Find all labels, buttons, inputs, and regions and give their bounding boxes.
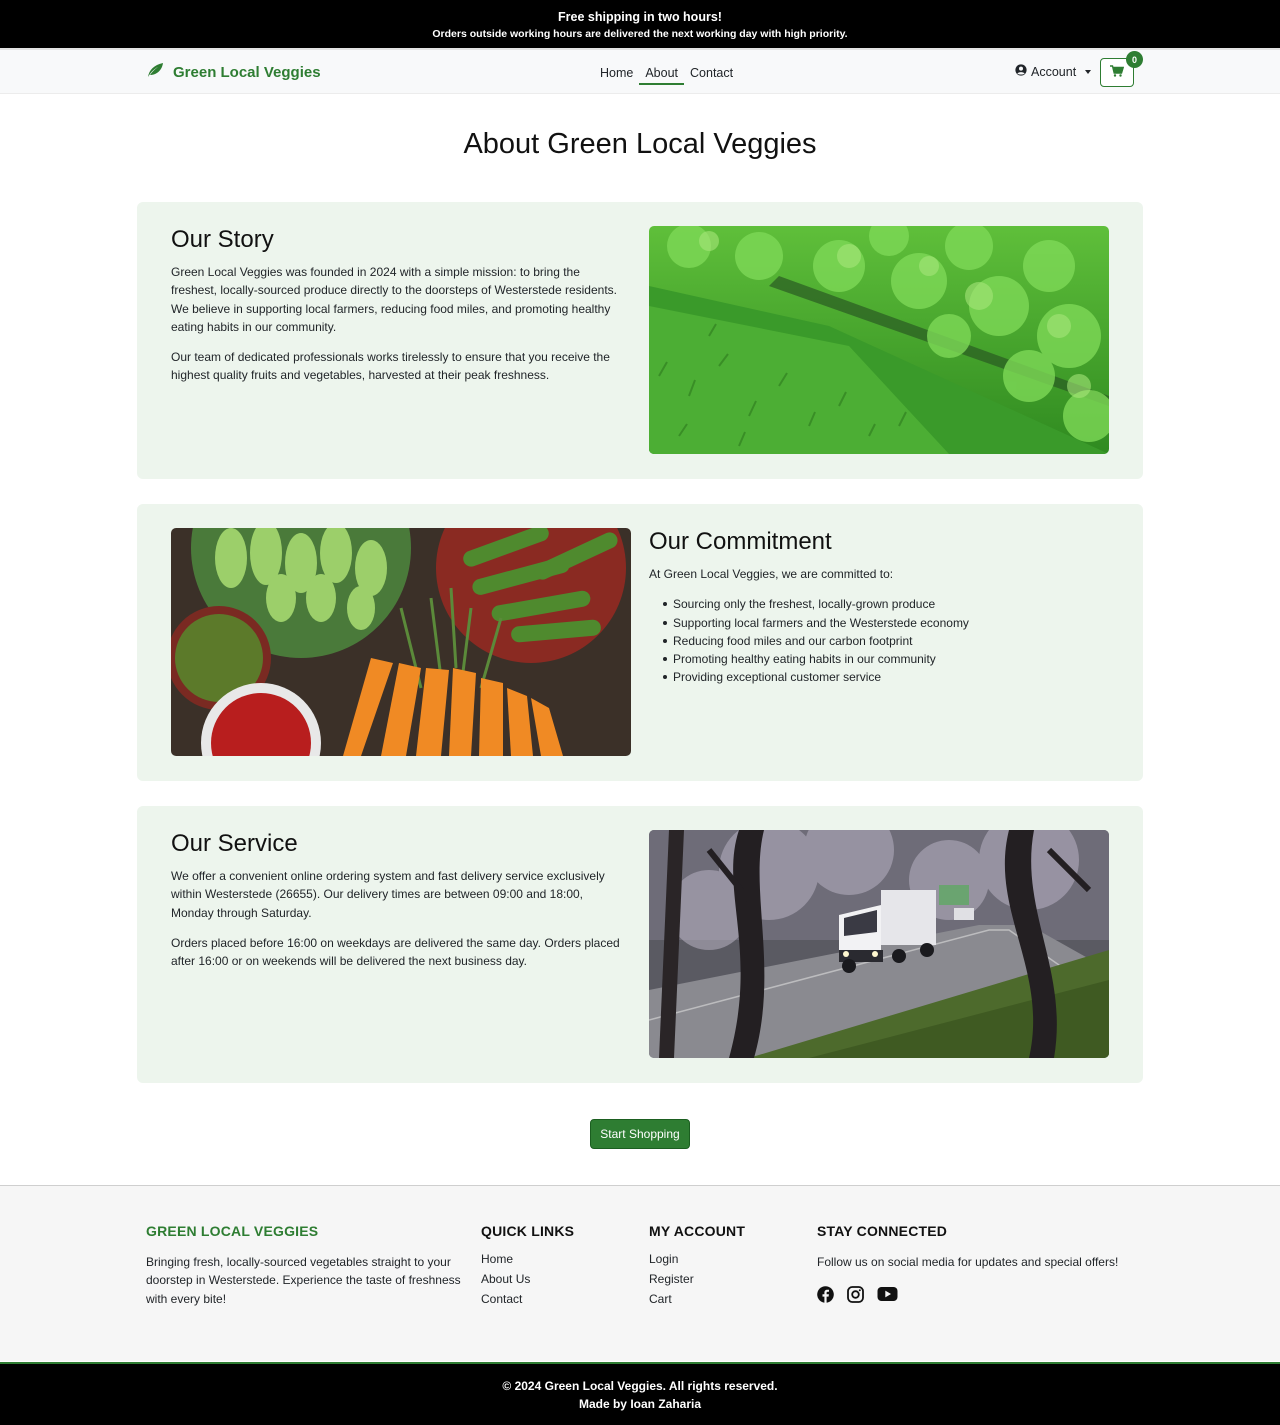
service-heading: Our Service bbox=[171, 830, 298, 857]
brand-name: Green Local Veggies bbox=[173, 63, 321, 81]
page-title: About Green Local Veggies bbox=[463, 128, 817, 160]
navbar: Green Local Veggies Home About Contact A… bbox=[0, 48, 1280, 94]
footer-link-login[interactable]: Login bbox=[649, 1249, 799, 1269]
footer-about: GREEN LOCAL VEGGIES Bringing fresh, loca… bbox=[146, 1223, 466, 1308]
cart-button[interactable]: 0 bbox=[1100, 51, 1143, 87]
account-label: Account bbox=[1031, 64, 1077, 79]
list-item: Providing exceptional customer service bbox=[663, 668, 1107, 686]
commitment-list: Sourcing only the freshest, locally-grow… bbox=[663, 595, 1107, 686]
footer-link-contact[interactable]: Contact bbox=[481, 1289, 631, 1309]
nav-about[interactable]: About bbox=[639, 66, 685, 85]
nav-contact[interactable]: Contact bbox=[684, 66, 739, 85]
footer-my-account: MY ACCOUNT Login Register Cart bbox=[649, 1223, 799, 1309]
footer-link-cart[interactable]: Cart bbox=[649, 1289, 799, 1309]
footer-link-register[interactable]: Register bbox=[649, 1269, 799, 1289]
commitment-heading: Our Commitment bbox=[649, 528, 832, 555]
commitment-text: Our Commitment At Green Local Veggies, w… bbox=[649, 528, 1107, 687]
list-item: Sourcing only the freshest, locally-grow… bbox=[663, 595, 1107, 613]
story-section: Our Story Green Local Veggies was founde… bbox=[137, 202, 1143, 479]
footer-link-about[interactable]: About Us bbox=[481, 1269, 631, 1289]
footer-brand-heading: GREEN LOCAL VEGGIES bbox=[146, 1223, 319, 1239]
announcement-bar: Free shipping in two hours! Orders outsi… bbox=[0, 0, 1280, 48]
quick-links-heading: QUICK LINKS bbox=[481, 1223, 575, 1239]
credit-text: Made by Ioan Zaharia bbox=[578, 1397, 702, 1411]
lettuce-field-image bbox=[649, 226, 1109, 454]
commitment-intro: At Green Local Veggies, we are committed… bbox=[649, 567, 894, 581]
leaf-icon bbox=[146, 62, 164, 82]
story-heading: Our Story bbox=[171, 226, 274, 253]
footer-quick-links: QUICK LINKS Home About Us Contact bbox=[481, 1223, 631, 1309]
instagram-icon[interactable] bbox=[847, 1286, 864, 1308]
copyright-bar: © 2024 Green Local Veggies. All rights r… bbox=[0, 1362, 1280, 1425]
social-icons bbox=[817, 1286, 1147, 1308]
story-paragraph: Green Local Veggies was founded in 2024 … bbox=[171, 265, 617, 334]
service-paragraph: Orders placed before 16:00 on weekdays a… bbox=[171, 935, 620, 969]
list-item: Promoting healthy eating habits in our c… bbox=[663, 650, 1107, 668]
announcement-subtitle: Orders outside working hours are deliver… bbox=[432, 28, 848, 40]
footer-social: STAY CONNECTED Follow us on social media… bbox=[817, 1223, 1147, 1308]
service-paragraph: We offer a convenient online ordering sy… bbox=[171, 869, 605, 920]
footer-link-home[interactable]: Home bbox=[481, 1249, 631, 1269]
youtube-icon[interactable] bbox=[877, 1286, 898, 1308]
service-section: Our Service We offer a convenient online… bbox=[137, 806, 1143, 1083]
list-item: Supporting local farmers and the Westers… bbox=[663, 614, 1107, 632]
cart-count-badge: 0 bbox=[1126, 51, 1143, 68]
user-circle-icon bbox=[1015, 64, 1027, 79]
commitment-section: Our Commitment At Green Local Veggies, w… bbox=[137, 504, 1143, 781]
account-dropdown[interactable]: Account bbox=[1015, 64, 1092, 79]
vegetable-market-image bbox=[171, 528, 631, 756]
service-text: Our Service We offer a convenient online… bbox=[171, 830, 629, 982]
story-text: Our Story Green Local Veggies was founde… bbox=[171, 226, 629, 397]
copyright-text: © 2024 Green Local Veggies. All rights r… bbox=[502, 1379, 778, 1393]
my-account-heading: MY ACCOUNT bbox=[649, 1223, 746, 1239]
announcement-title: Free shipping in two hours! bbox=[558, 10, 722, 24]
shopping-cart-icon bbox=[1110, 64, 1125, 82]
caret-down-icon bbox=[1085, 69, 1092, 74]
start-shopping-button[interactable]: Start Shopping bbox=[590, 1119, 690, 1149]
stay-connected-heading: STAY CONNECTED bbox=[817, 1223, 948, 1239]
brand-link[interactable]: Green Local Veggies bbox=[146, 62, 321, 82]
nav-home[interactable]: Home bbox=[594, 66, 639, 85]
footer: GREEN LOCAL VEGGIES Bringing fresh, loca… bbox=[0, 1185, 1280, 1361]
facebook-icon[interactable] bbox=[817, 1286, 834, 1308]
delivery-van-image bbox=[649, 830, 1109, 1058]
list-item: Reducing food miles and our carbon footp… bbox=[663, 632, 1107, 650]
footer-brand-text: Bringing fresh, locally-sourced vegetabl… bbox=[146, 1255, 461, 1306]
story-paragraph: Our team of dedicated professionals work… bbox=[171, 350, 610, 383]
social-text: Follow us on social media for updates an… bbox=[817, 1255, 1119, 1269]
main-nav: Home About Contact bbox=[594, 66, 739, 85]
